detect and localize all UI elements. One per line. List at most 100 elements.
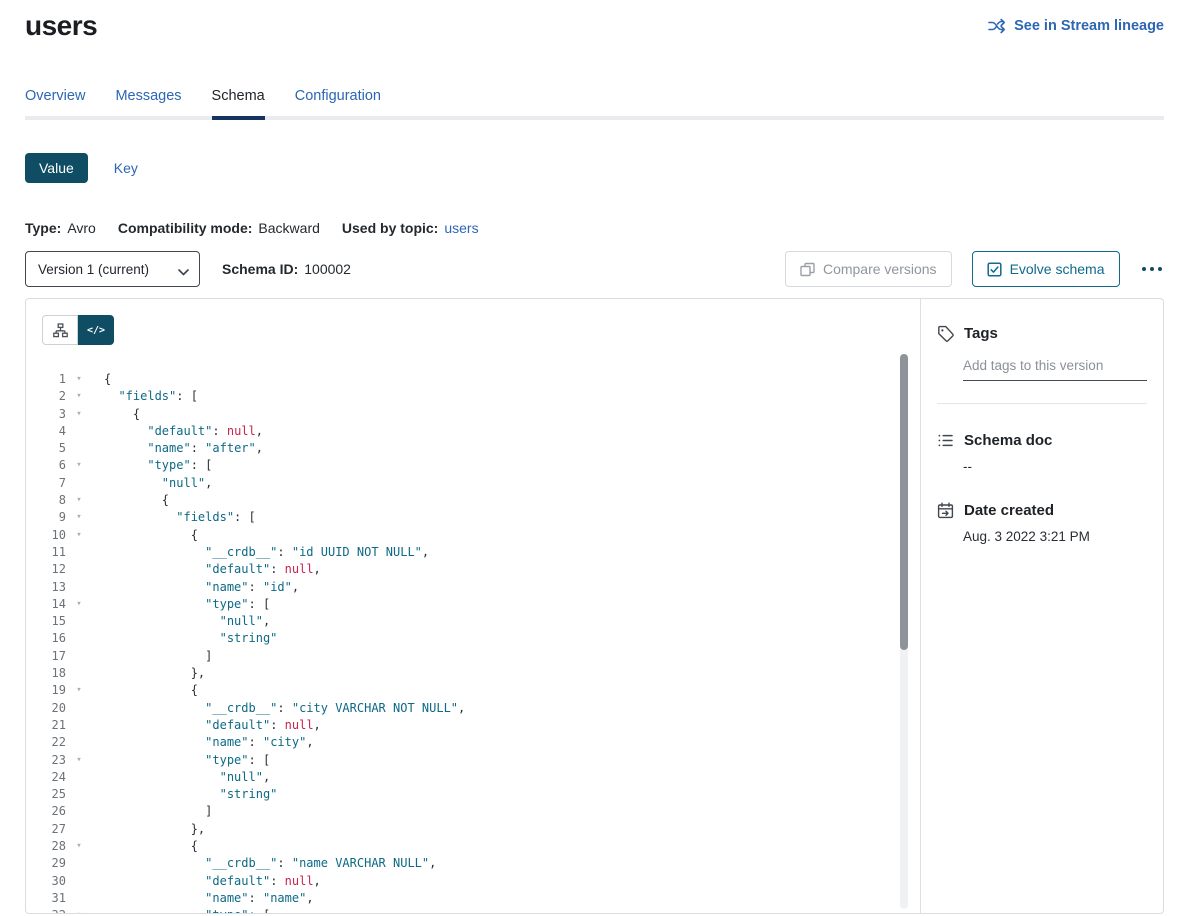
fold-arrow-icon[interactable]: ▾ [72,388,86,405]
more-options-button[interactable] [1140,261,1165,278]
code-text: "default": null, [86,717,321,734]
stream-lineage-icon [988,18,1006,34]
fold-spacer [72,821,86,838]
code-line: 14▾ "type": [ [26,596,920,613]
compare-versions-label: Compare versions [823,261,937,277]
fold-spacer [72,855,86,872]
schema-panel: </> 1▾{2▾ "fields": [3▾ {4 "default": nu… [25,298,1164,914]
schema-editor: </> 1▾{2▾ "fields": [3▾ {4 "default": nu… [26,299,921,913]
code-line: 31 "name": "name", [26,890,920,907]
value-toggle-button[interactable]: Value [25,153,88,183]
code-text: "default": null, [86,873,321,890]
code-text: "__crdb__": "name VARCHAR NULL", [86,855,436,872]
code-text: { [86,682,198,699]
compatibility-value: Backward [258,220,319,236]
evolve-schema-button[interactable]: Evolve schema [972,251,1120,287]
fold-spacer [72,769,86,786]
code-line: 29 "__crdb__": "name VARCHAR NULL", [26,855,920,872]
date-created-title: Date created [964,502,1054,519]
code-text: "type": [ [86,457,212,474]
schema-doc-value: -- [963,459,1147,474]
line-number: 6 [26,457,66,474]
line-number: 3 [26,406,66,423]
line-number: 8 [26,492,66,509]
stream-lineage-link[interactable]: See in Stream lineage [988,18,1164,34]
fold-arrow-icon[interactable]: ▾ [72,596,86,613]
code-text: }, [86,665,205,682]
fold-arrow-icon[interactable]: ▾ [72,509,86,526]
fold-arrow-icon[interactable]: ▾ [72,406,86,423]
line-number: 28 [26,838,66,855]
code-line: 5 "name": "after", [26,440,920,457]
code-line: 21 "default": null, [26,717,920,734]
code-lines: 1▾{2▾ "fields": [3▾ {4 "default": null,5… [26,371,920,914]
schema-doc-header: Schema doc [937,432,1147,449]
code-line: 6 ▾ "type": [ [26,457,920,474]
code-text: "name": "name", [86,890,314,907]
line-number: 30 [26,873,66,890]
line-number: 24 [26,769,66,786]
code-line: 22 "name": "city", [26,734,920,751]
tags-section-header: Tags [937,325,1147,342]
code-line: 24 "null", [26,769,920,786]
tab-overview[interactable]: Overview [25,88,85,116]
tab-configuration[interactable]: Configuration [295,88,381,116]
code-line: 28▾ { [26,838,920,855]
line-number: 7 [26,475,66,492]
fold-spacer [72,440,86,457]
tab-messages[interactable]: Messages [115,88,181,116]
evolve-schema-label: Evolve schema [1010,261,1105,277]
used-by-topic-link[interactable]: users [444,220,478,236]
code-line: 13 "name": "id", [26,579,920,596]
schema-meta-row: Type: Avro Compatibility mode: Backward … [25,220,1164,236]
code-line: 12 "default": null, [26,561,920,578]
code-text: "__crdb__": "id UUID NOT NULL", [86,544,429,561]
fold-arrow-icon[interactable]: ▾ [72,371,86,388]
line-number: 21 [26,717,66,734]
version-select[interactable]: Version 1 (current) [25,251,200,287]
compatibility-group: Compatibility mode: Backward [118,220,320,236]
type-value: Avro [67,220,96,236]
code-line: 30 "default": null, [26,873,920,890]
code-text: "string" [86,630,277,647]
line-number: 23 [26,752,66,769]
chevron-down-icon [178,264,189,279]
fold-arrow-icon[interactable]: ▾ [72,682,86,699]
tab-schema[interactable]: Schema [212,88,265,120]
tree-view-icon [53,323,68,338]
code-text: "name": "city", [86,734,314,751]
compare-versions-button[interactable]: Compare versions [785,251,952,287]
code-text: "string" [86,786,277,803]
version-select-value: Version 1 (current) [38,262,149,277]
code-line: 23 ▾ "type": [ [26,752,920,769]
tree-view-button[interactable] [42,315,78,345]
line-number: 13 [26,579,66,596]
code-text: "default": null, [86,561,321,578]
code-view-button[interactable]: </> [78,315,114,345]
code-line: 26 ] [26,803,920,820]
code-line: 17 ] [26,648,920,665]
code-line: 1▾{ [26,371,920,388]
line-number: 19 [26,682,66,699]
schema-id-value: 100002 [304,261,351,277]
line-number: 26 [26,803,66,820]
fold-arrow-icon[interactable]: ▾ [72,752,86,769]
fold-arrow-icon[interactable]: ▾ [72,457,86,474]
fold-arrow-icon[interactable]: ▾ [72,907,86,914]
ellipsis-icon [1142,267,1163,272]
line-number: 1 [26,371,66,388]
editor-view-toggle: </> [42,315,114,345]
fold-spacer [72,544,86,561]
page-header: users See in Stream lineage [0,0,1189,42]
tags-input[interactable] [963,358,1147,381]
key-toggle-button[interactable]: Key [114,160,138,176]
code-line: 9▾ "fields": [ [26,509,920,526]
code-text: "type": [ [86,752,270,769]
schema-doc-title: Schema doc [964,432,1052,449]
calendar-icon [937,502,954,519]
fold-arrow-icon[interactable]: ▾ [72,527,86,544]
editor-scrollbar[interactable] [900,354,908,909]
fold-arrow-icon[interactable]: ▾ [72,838,86,855]
fold-arrow-icon[interactable]: ▾ [72,492,86,509]
editor-scrollbar-thumb[interactable] [900,354,908,650]
